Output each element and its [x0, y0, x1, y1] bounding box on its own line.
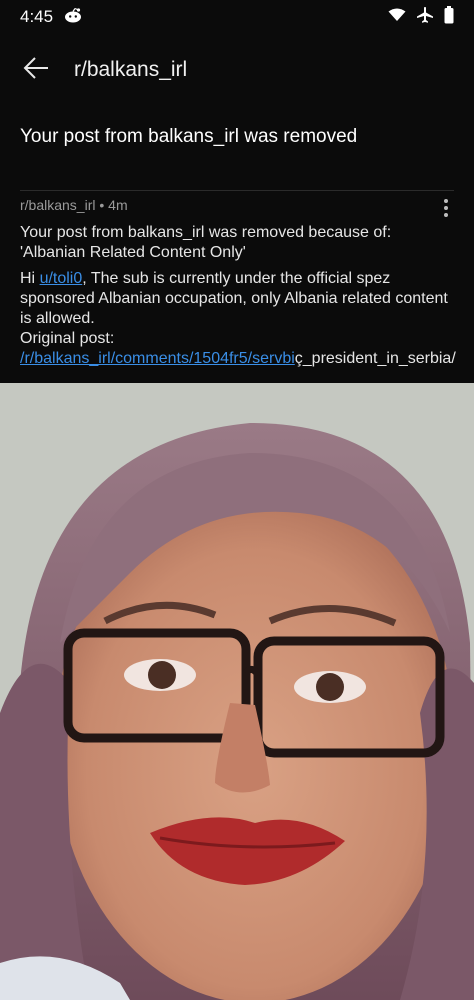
message-meta: r/balkans_irl • 4m [20, 197, 128, 213]
reddit-icon [63, 7, 83, 28]
more-vertical-icon-dot [444, 206, 448, 210]
back-button[interactable] [14, 48, 58, 92]
top-app-bar: r/balkans_irl [0, 44, 474, 96]
original-post-line: Original post: /r/balkans_irl/comments/1… [20, 329, 460, 369]
status-right [388, 5, 454, 29]
divider [20, 190, 454, 191]
status-time: 4:45 [20, 7, 54, 26]
original-post-link[interactable]: /r/balkans_irl/comments/1504fr5/servbi [20, 350, 295, 367]
more-vertical-icon [444, 199, 448, 203]
portrait-photo [0, 383, 474, 1000]
status-bar: 4:45 [0, 0, 474, 34]
message-body: Your post from balkans_irl was removed b… [20, 223, 460, 375]
removal-reason: Your post from balkans_irl was removed b… [20, 224, 392, 261]
original-post-label: Original post: [20, 330, 115, 347]
subreddit-title: r/balkans_irl [74, 58, 188, 81]
message-paragraph: Hi u/toli0, The sub is currently under t… [20, 269, 460, 329]
arrow-left-icon [23, 56, 49, 84]
page-title: Your post from balkans_irl was removed [20, 126, 358, 147]
post-image[interactable] [0, 383, 474, 1000]
more-options-button[interactable] [436, 196, 456, 220]
user-link[interactable]: u/toli0 [40, 270, 83, 287]
original-post-link-tail: ç_president_in_serbia/ [294, 350, 456, 367]
greeting: Hi [20, 270, 40, 287]
more-vertical-icon-dot [444, 213, 448, 217]
wifi-icon [388, 7, 406, 27]
battery-icon [444, 5, 454, 29]
airplane-icon [416, 6, 434, 29]
status-left: 4:45 [20, 7, 83, 28]
message-text: , The sub is currently under the officia… [20, 270, 448, 327]
